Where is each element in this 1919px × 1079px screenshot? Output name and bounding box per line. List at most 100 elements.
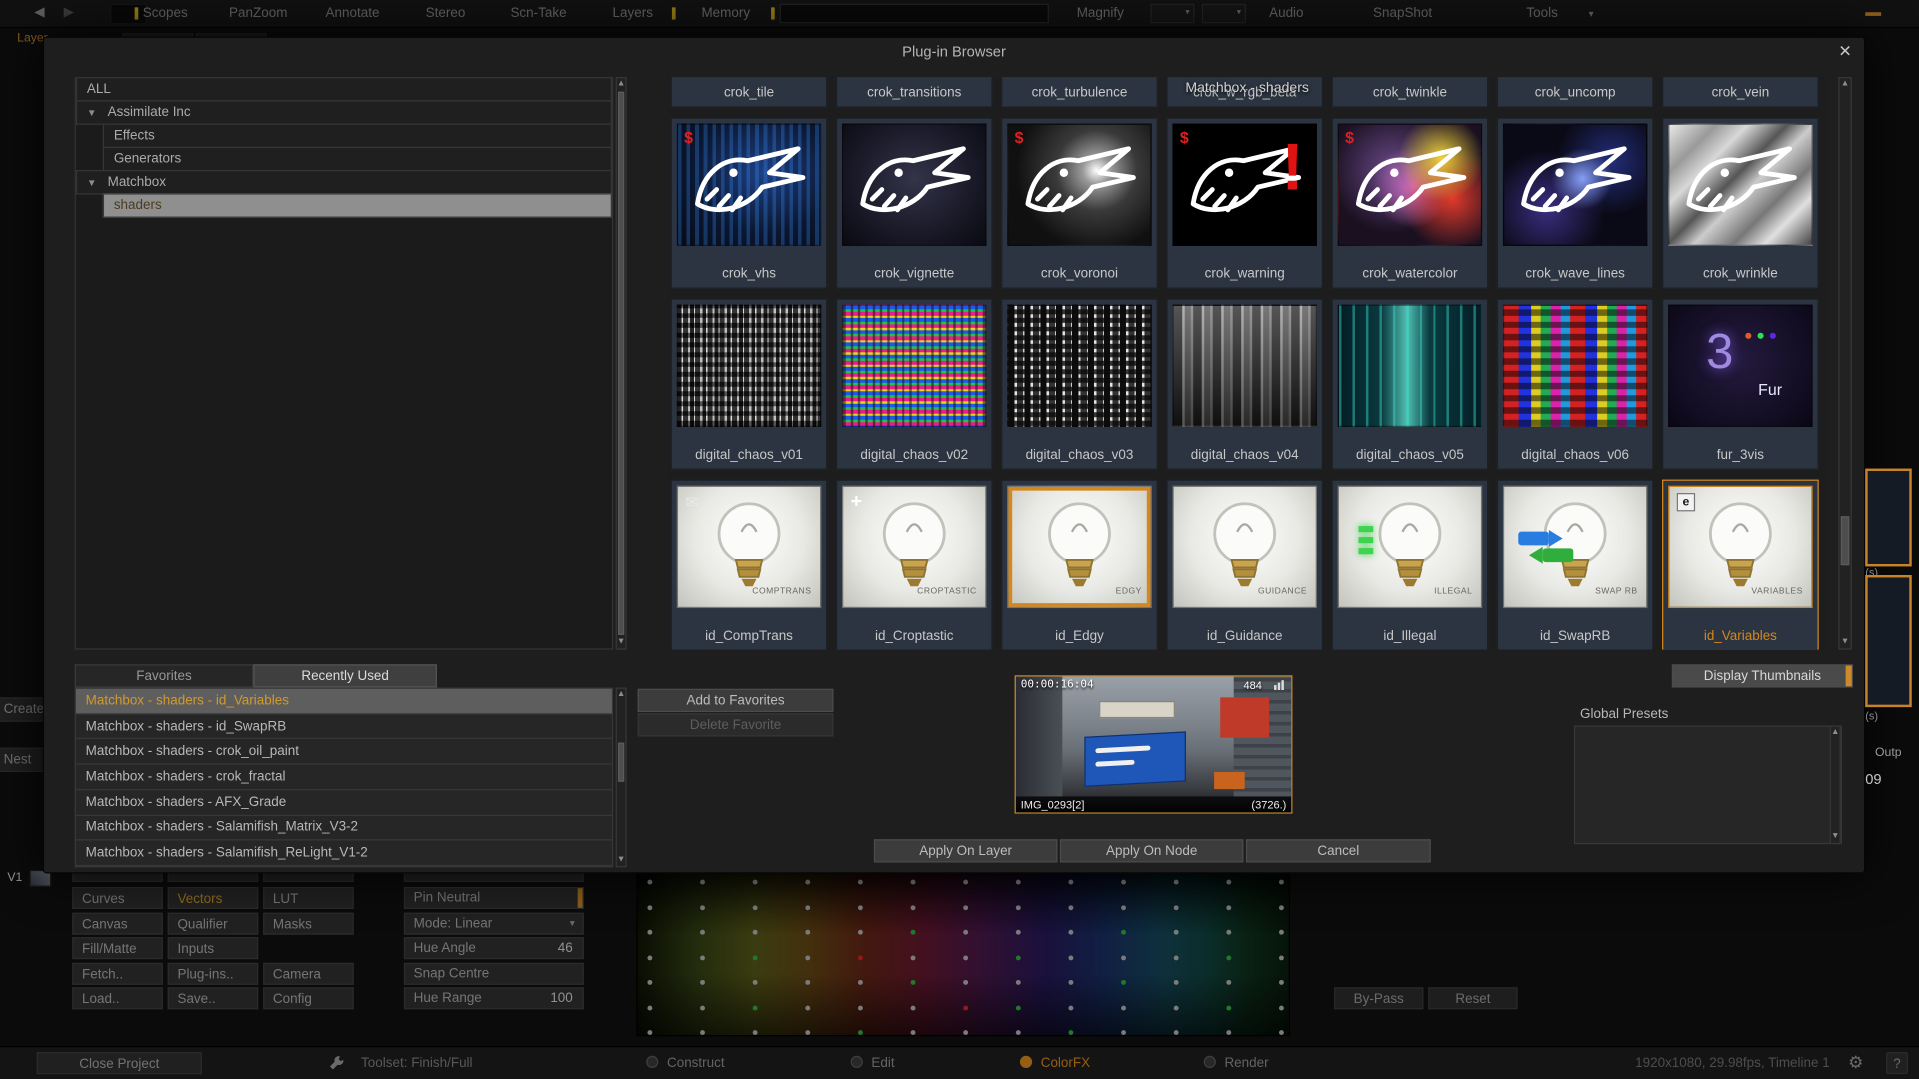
scrollbar-thumb[interactable]: [618, 742, 625, 782]
expander-icon[interactable]: ▼: [87, 107, 97, 118]
plugin-fur-3vis[interactable]: 3 Fur fur_3vis: [1662, 298, 1819, 470]
decoration: [1757, 332, 1764, 339]
scrollbar-thumb[interactable]: [1840, 516, 1850, 566]
grid-header: Matchbox - shaders: [1185, 80, 1309, 96]
active-indicator: [1845, 665, 1852, 687]
plugin-id-variables[interactable]: VARIABLES e id_Variables: [1662, 479, 1819, 650]
scroll-up-icon[interactable]: ▲: [617, 78, 626, 90]
expander-icon[interactable]: ▼: [87, 177, 97, 188]
scroll-down-icon[interactable]: ▼: [617, 854, 626, 866]
plugin-id-swaprb[interactable]: SWAP RB id_SwapRB: [1496, 479, 1654, 650]
delete-favorite-button[interactable]: Delete Favorite: [637, 713, 834, 737]
plugin-crok-twinkle[interactable]: crok_twinkle: [1331, 77, 1489, 108]
plugin-digital-chaos-v04[interactable]: digital_chaos_v04: [1166, 298, 1324, 470]
plugin-digital-chaos-v02[interactable]: digital_chaos_v02: [835, 298, 993, 470]
plugin-thumb: [842, 304, 987, 427]
croc-logo-icon: [860, 146, 971, 213]
thumb-caption: COMPTRANS: [752, 587, 812, 596]
tree-item-shaders[interactable]: shaders: [102, 193, 612, 218]
tab-recently-used[interactable]: Recently Used: [253, 664, 437, 688]
envelope-icon: ✉: [685, 493, 699, 512]
recent-item[interactable]: Matchbox - shaders - Salamifish_ReLight_…: [75, 841, 612, 867]
preview-red-sign: [1219, 696, 1270, 738]
apply-on-layer-button[interactable]: Apply On Layer: [873, 839, 1058, 863]
tree-scrollbar[interactable]: ▲ ▼: [615, 77, 627, 650]
plugin-name: id_SwapRB: [1539, 628, 1611, 644]
recent-item[interactable]: Matchbox - shaders - Salamifish_Matrix_V…: [75, 816, 612, 841]
tree-item-label: Effects: [113, 128, 155, 144]
dollar-badge: $: [1014, 128, 1024, 147]
scroll-up-icon[interactable]: ▲: [1840, 78, 1851, 90]
plugin-crok-wave-lines[interactable]: crok_wave_lines: [1496, 117, 1654, 289]
plugin-digital-chaos-v03[interactable]: digital_chaos_v03: [1001, 298, 1158, 470]
plugin-crok-vhs[interactable]: $ crok_vhs: [670, 117, 828, 289]
clip-preview[interactable]: 00:00:16:04 484 IMG_0293[2] (3726.): [1014, 675, 1293, 814]
scroll-down-icon[interactable]: ▼: [617, 636, 626, 648]
audio-meter-icon: [1274, 680, 1284, 690]
plugin-thumb: [1502, 304, 1648, 427]
plugin-crok-vignette[interactable]: crok_vignette: [835, 117, 993, 289]
swap-arrows-icon: [1518, 530, 1574, 564]
plugin-thumb: [1172, 304, 1317, 427]
green-bars-icon: [1358, 526, 1374, 559]
scrollbar-thumb[interactable]: [618, 91, 625, 635]
plugin-id-illegal[interactable]: ILLEGAL id_Illegal: [1331, 479, 1489, 650]
scroll-up-icon[interactable]: ▲: [1831, 727, 1840, 739]
plugin-name: id_Variables: [1703, 628, 1777, 644]
plugin-crok-uncomp[interactable]: crok_uncomp: [1496, 77, 1654, 108]
plugin-crok-watercolor[interactable]: $ crok_watercolor: [1331, 117, 1489, 289]
presets-scrollbar[interactable]: ▲ ▼: [1829, 725, 1841, 845]
plugin-name: crok_watercolor: [1362, 266, 1458, 282]
plugin-digital-chaos-v06[interactable]: digital_chaos_v06: [1496, 298, 1654, 470]
plugin-name: crok_uncomp: [1534, 85, 1616, 101]
plugin-thumb: SWAP RB: [1502, 485, 1648, 609]
scroll-down-icon[interactable]: ▼: [1831, 831, 1840, 843]
recent-item[interactable]: Matchbox - shaders - id_Variables: [75, 688, 612, 715]
close-icon[interactable]: ✕: [1838, 42, 1851, 62]
tree-item-label: Matchbox: [107, 174, 166, 190]
recent-item[interactable]: Matchbox - shaders - crok_oil_paint: [75, 739, 612, 765]
tree-item-all[interactable]: ALL: [75, 77, 612, 102]
plugin-name: id_CompTrans: [705, 628, 793, 644]
plugin-thumb: EDGY: [1007, 485, 1152, 609]
plugin-crok-tile[interactable]: crok_tile: [670, 77, 828, 108]
plugin-crok-vein[interactable]: crok_vein: [1662, 77, 1819, 108]
recent-list-scrollbar[interactable]: ▲ ▼: [615, 687, 627, 868]
tree-item-matchbox[interactable]: ▼ Matchbox: [75, 170, 612, 195]
apply-on-node-button[interactable]: Apply On Node: [1059, 839, 1244, 863]
recent-item[interactable]: Matchbox - shaders - AFX_Grade: [75, 790, 612, 816]
plugin-crok-wrinkle[interactable]: crok_wrinkle: [1662, 117, 1819, 289]
plugin-id-edgy[interactable]: EDGY id_Edgy: [1001, 479, 1158, 650]
plugin-id-guidance[interactable]: GUIDANCE id_Guidance: [1166, 479, 1324, 650]
recent-item[interactable]: Matchbox - shaders - id_SwapRB: [75, 714, 612, 740]
display-thumbnails-button[interactable]: Display Thumbnails: [1671, 664, 1853, 688]
plugin-crok-turbulence[interactable]: crok_turbulence: [1001, 77, 1158, 108]
tree-item-assimilate-inc[interactable]: ▼ Assimilate Inc: [75, 100, 612, 125]
plugin-digital-chaos-v05[interactable]: digital_chaos_v05: [1331, 298, 1489, 470]
add-to-favorites-button[interactable]: Add to Favorites: [637, 688, 834, 713]
tree-item-generators[interactable]: Generators: [102, 146, 612, 172]
dollar-badge: $: [1345, 128, 1354, 147]
plugin-crok-warning[interactable]: ! $ crok_warning: [1166, 117, 1324, 289]
tree-item-effects[interactable]: Effects: [102, 123, 612, 149]
grid-scrollbar[interactable]: ▲ ▼: [1838, 77, 1852, 650]
scroll-down-icon[interactable]: ▼: [1840, 636, 1851, 648]
plugin-crok-voronoi[interactable]: $ crok_voronoi: [1001, 117, 1158, 289]
recent-item[interactable]: Matchbox - shaders - crok_fractal: [75, 765, 612, 791]
plugin-id-croptastic[interactable]: CROPTASTIC + id_Croptastic: [835, 479, 993, 650]
recently-used-list: Matchbox - shaders - id_Variables Matchbo…: [74, 687, 614, 868]
cancel-button[interactable]: Cancel: [1245, 839, 1431, 863]
plugin-digital-chaos-v01[interactable]: digital_chaos_v01: [670, 298, 828, 470]
plugin-browser-dialog: Plug-in Browser ✕ ALL ▼ Assimilate Inc Effe…: [42, 36, 1866, 874]
plugin-name: id_Guidance: [1206, 628, 1283, 644]
scroll-up-icon[interactable]: ▲: [617, 689, 626, 701]
preview-image: [1015, 676, 1292, 813]
plugin-name: crok_warning: [1204, 266, 1285, 282]
plugin-name: crok_turbulence: [1031, 85, 1128, 101]
tab-favorites[interactable]: Favorites: [74, 664, 254, 688]
plugin-name: crok_vignette: [874, 266, 955, 282]
preview-info-bar: IMG_0293[2] (3726.): [1015, 796, 1292, 813]
global-presets-list[interactable]: [1573, 725, 1842, 845]
plugin-crok-transitions[interactable]: crok_transitions: [835, 77, 993, 108]
plugin-id-comptrans[interactable]: COMPTRANS ✉ id_CompTrans: [670, 479, 828, 650]
